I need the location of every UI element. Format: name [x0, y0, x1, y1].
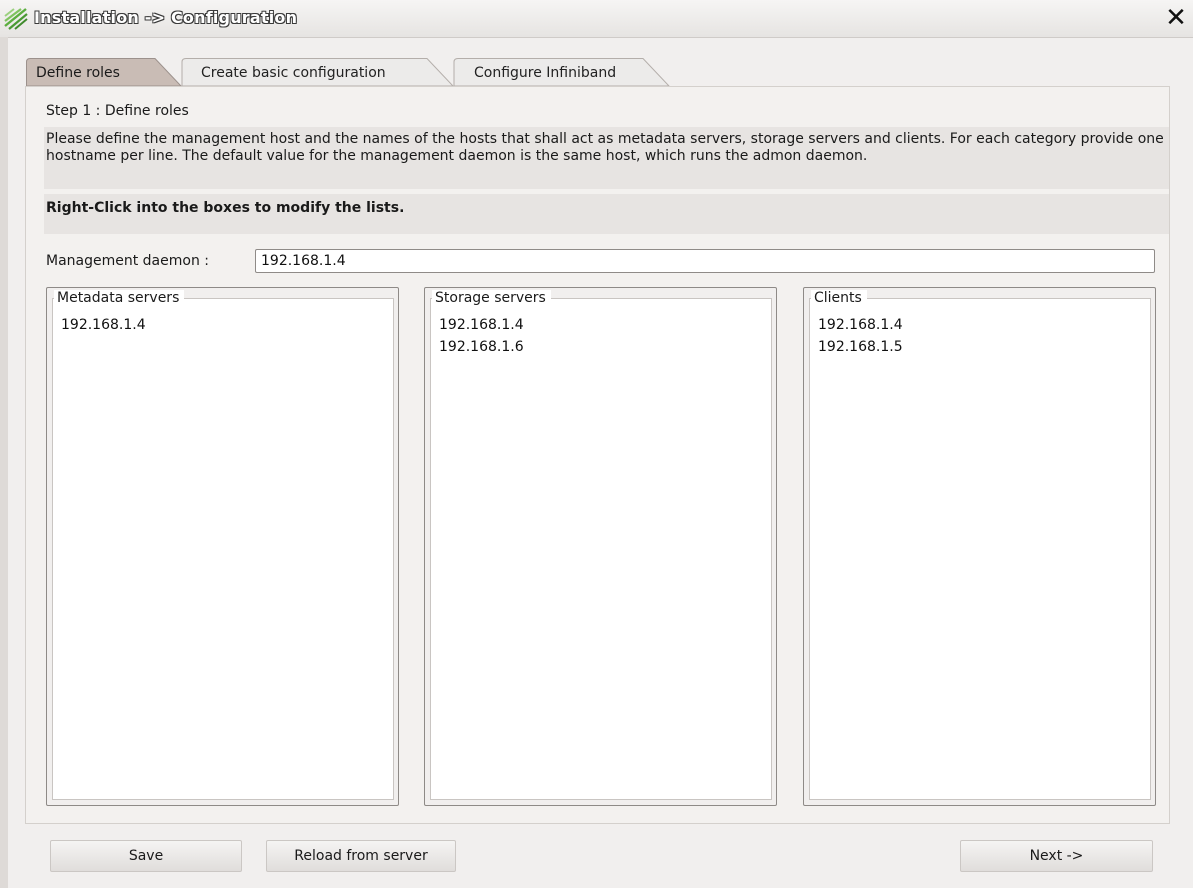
clients-group[interactable]: 192.168.1.4 192.168.1.5 Clients — [803, 287, 1156, 806]
tab-define-roles[interactable]: Define roles — [26, 58, 182, 86]
define-roles-panel: Step 1 : Define roles Please define the … — [25, 86, 1170, 824]
metadata-servers-group[interactable]: 192.168.1.4 Metadata servers — [46, 287, 399, 806]
management-daemon-label: Management daemon : — [46, 253, 209, 269]
next-button[interactable]: Next -> — [960, 840, 1153, 872]
clients-title: Clients — [811, 290, 867, 306]
tab-label: Configure Infiniband — [474, 65, 617, 81]
list-item[interactable]: 192.168.1.4 — [61, 317, 146, 333]
tab-label: Create basic configuration — [201, 65, 386, 81]
metadata-servers-title: Metadata servers — [54, 290, 185, 306]
management-daemon-input[interactable] — [255, 249, 1155, 273]
step-description: Please define the management host and th… — [44, 127, 1169, 189]
storage-servers-title: Storage servers — [432, 290, 551, 306]
list-item[interactable]: 192.168.1.5 — [818, 339, 903, 355]
list-item[interactable]: 192.168.1.6 — [439, 339, 524, 355]
step-hint: Right-Click into the boxes to modify the… — [44, 194, 1169, 234]
storage-servers-group[interactable]: 192.168.1.4 192.168.1.6 Storage servers — [424, 287, 777, 806]
save-button[interactable]: Save — [50, 840, 242, 872]
tab-label: Define roles — [36, 65, 120, 81]
window-left-border — [0, 37, 8, 888]
clients-list[interactable]: 192.168.1.4 192.168.1.5 — [809, 298, 1151, 800]
tab-create-basic-configuration[interactable]: Create basic configuration — [172, 58, 454, 86]
metadata-servers-list[interactable]: 192.168.1.4 — [52, 298, 394, 800]
app-logo-icon — [4, 8, 28, 30]
step-label: Step 1 : Define roles — [46, 103, 189, 119]
reload-from-server-button[interactable]: Reload from server — [266, 840, 456, 872]
close-icon: ✕ — [1165, 3, 1187, 33]
list-item[interactable]: 192.168.1.4 — [439, 317, 524, 333]
tab-configure-infiniband[interactable]: Configure Infiniband — [444, 58, 670, 86]
storage-servers-list[interactable]: 192.168.1.4 192.168.1.6 — [430, 298, 772, 800]
window-title: Installation -> Configuration — [34, 8, 298, 27]
close-window-button[interactable]: ✕ — [1163, 4, 1189, 32]
list-item[interactable]: 192.168.1.4 — [818, 317, 903, 333]
window-titlebar: Installation -> Configuration ✕ — [0, 0, 1193, 38]
